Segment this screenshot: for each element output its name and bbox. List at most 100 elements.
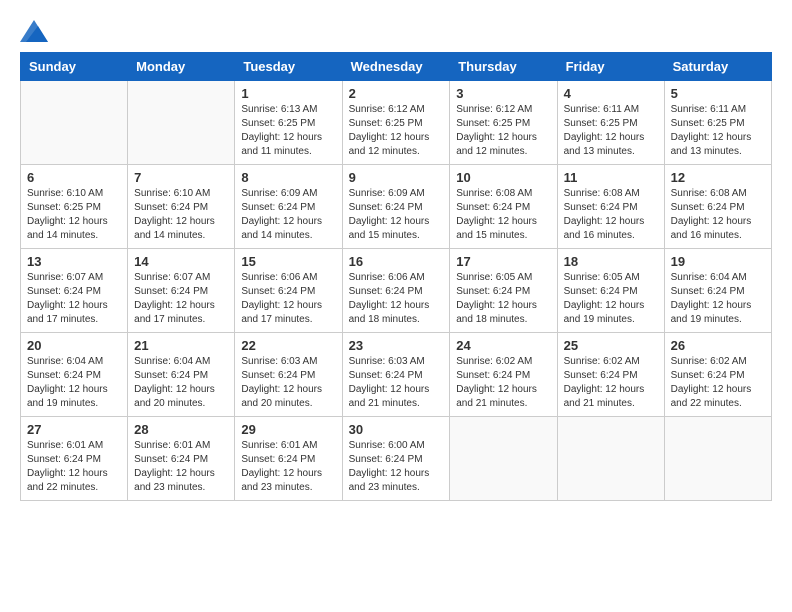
calendar-cell: 12 Sunrise: 6:08 AM Sunset: 6:24 PM Dayli… <box>664 165 771 249</box>
day-info: Sunrise: 6:07 AM Sunset: 6:24 PM Dayligh… <box>134 271 228 327</box>
calendar-cell: 7 Sunrise: 6:10 AM Sunset: 6:24 PM Daylig… <box>128 165 235 249</box>
day-info: Sunrise: 6:06 AM Sunset: 6:24 PM Dayligh… <box>349 271 444 327</box>
day-info: Sunrise: 6:11 AM Sunset: 6:25 PM Dayligh… <box>564 103 658 159</box>
header-monday: Monday <box>128 53 235 81</box>
day-info: Sunrise: 6:12 AM Sunset: 6:25 PM Dayligh… <box>456 103 550 159</box>
day-info: Sunrise: 6:05 AM Sunset: 6:24 PM Dayligh… <box>456 271 550 327</box>
header-sunday: Sunday <box>21 53 128 81</box>
day-info: Sunrise: 6:09 AM Sunset: 6:24 PM Dayligh… <box>241 187 335 243</box>
week-row-2: 6 Sunrise: 6:10 AM Sunset: 6:25 PM Daylig… <box>21 165 772 249</box>
week-row-1: 1Sunrise: 6:13 AM Sunset: 6:25 PM Daylig… <box>21 81 772 165</box>
day-number: 6 <box>27 170 121 185</box>
day-number: 25 <box>564 338 658 353</box>
logo <box>20 20 52 42</box>
calendar-cell: 24 Sunrise: 6:02 AM Sunset: 6:24 PM Dayli… <box>450 333 557 417</box>
day-info: Sunrise: 6:02 AM Sunset: 6:24 PM Dayligh… <box>456 355 550 411</box>
day-number: 7 <box>134 170 228 185</box>
day-info: Sunrise: 6:00 AM Sunset: 6:24 PM Dayligh… <box>349 439 444 495</box>
day-number: 17 <box>456 254 550 269</box>
day-number: 5 <box>671 86 765 101</box>
day-number: 23 <box>349 338 444 353</box>
calendar-cell <box>21 81 128 165</box>
day-number: 11 <box>564 170 658 185</box>
day-info: Sunrise: 6:01 AM Sunset: 6:24 PM Dayligh… <box>27 439 121 495</box>
calendar-table: SundayMondayTuesdayWednesdayThursdayFrid… <box>20 52 772 501</box>
day-info: Sunrise: 6:03 AM Sunset: 6:24 PM Dayligh… <box>241 355 335 411</box>
header-saturday: Saturday <box>664 53 771 81</box>
day-info: Sunrise: 6:03 AM Sunset: 6:24 PM Dayligh… <box>349 355 444 411</box>
calendar-cell: 13 Sunrise: 6:07 AM Sunset: 6:24 PM Dayli… <box>21 249 128 333</box>
day-info: Sunrise: 6:02 AM Sunset: 6:24 PM Dayligh… <box>564 355 658 411</box>
calendar-cell: 5 Sunrise: 6:11 AM Sunset: 6:25 PM Daylig… <box>664 81 771 165</box>
calendar-cell <box>664 417 771 501</box>
header-thursday: Thursday <box>450 53 557 81</box>
day-number: 8 <box>241 170 335 185</box>
day-number: 21 <box>134 338 228 353</box>
day-info: Sunrise: 6:01 AM Sunset: 6:24 PM Dayligh… <box>241 439 335 495</box>
day-number: 12 <box>671 170 765 185</box>
calendar-cell: 18Sunrise: 6:05 AM Sunset: 6:24 PM Dayli… <box>557 249 664 333</box>
calendar-cell: 21 Sunrise: 6:04 AM Sunset: 6:24 PM Dayli… <box>128 333 235 417</box>
calendar-cell <box>450 417 557 501</box>
day-number: 9 <box>349 170 444 185</box>
day-info: Sunrise: 6:04 AM Sunset: 6:24 PM Dayligh… <box>671 271 765 327</box>
day-info: Sunrise: 6:04 AM Sunset: 6:24 PM Dayligh… <box>27 355 121 411</box>
page-header <box>20 20 772 42</box>
day-number: 4 <box>564 86 658 101</box>
calendar-cell: 17 Sunrise: 6:05 AM Sunset: 6:24 PM Dayli… <box>450 249 557 333</box>
calendar-cell: 9 Sunrise: 6:09 AM Sunset: 6:24 PM Daylig… <box>342 165 450 249</box>
weekday-header-row: SundayMondayTuesdayWednesdayThursdayFrid… <box>21 53 772 81</box>
day-info: Sunrise: 6:08 AM Sunset: 6:24 PM Dayligh… <box>564 187 658 243</box>
calendar-cell: 6 Sunrise: 6:10 AM Sunset: 6:25 PM Daylig… <box>21 165 128 249</box>
day-info: Sunrise: 6:11 AM Sunset: 6:25 PM Dayligh… <box>671 103 765 159</box>
day-info: Sunrise: 6:05 AM Sunset: 6:24 PM Dayligh… <box>564 271 658 327</box>
calendar-cell: 30Sunrise: 6:00 AM Sunset: 6:24 PM Dayli… <box>342 417 450 501</box>
calendar-cell <box>128 81 235 165</box>
day-info: Sunrise: 6:04 AM Sunset: 6:24 PM Dayligh… <box>134 355 228 411</box>
day-number: 2 <box>349 86 444 101</box>
day-info: Sunrise: 6:10 AM Sunset: 6:25 PM Dayligh… <box>27 187 121 243</box>
calendar-cell: 2Sunrise: 6:12 AM Sunset: 6:25 PM Daylig… <box>342 81 450 165</box>
day-number: 14 <box>134 254 228 269</box>
day-number: 27 <box>27 422 121 437</box>
calendar-cell: 1Sunrise: 6:13 AM Sunset: 6:25 PM Daylig… <box>235 81 342 165</box>
calendar-cell: 27 Sunrise: 6:01 AM Sunset: 6:24 PM Dayli… <box>21 417 128 501</box>
day-number: 15 <box>241 254 335 269</box>
calendar-cell: 28Sunrise: 6:01 AM Sunset: 6:24 PM Dayli… <box>128 417 235 501</box>
day-info: Sunrise: 6:07 AM Sunset: 6:24 PM Dayligh… <box>27 271 121 327</box>
day-number: 16 <box>349 254 444 269</box>
calendar-cell: 10Sunrise: 6:08 AM Sunset: 6:24 PM Dayli… <box>450 165 557 249</box>
logo-icon <box>20 20 48 42</box>
calendar-cell: 22 Sunrise: 6:03 AM Sunset: 6:24 PM Dayli… <box>235 333 342 417</box>
week-row-4: 20 Sunrise: 6:04 AM Sunset: 6:24 PM Dayli… <box>21 333 772 417</box>
calendar-cell: 3 Sunrise: 6:12 AM Sunset: 6:25 PM Daylig… <box>450 81 557 165</box>
calendar-cell: 8 Sunrise: 6:09 AM Sunset: 6:24 PM Daylig… <box>235 165 342 249</box>
day-info: Sunrise: 6:09 AM Sunset: 6:24 PM Dayligh… <box>349 187 444 243</box>
week-row-5: 27 Sunrise: 6:01 AM Sunset: 6:24 PM Dayli… <box>21 417 772 501</box>
day-number: 29 <box>241 422 335 437</box>
day-number: 13 <box>27 254 121 269</box>
header-friday: Friday <box>557 53 664 81</box>
header-tuesday: Tuesday <box>235 53 342 81</box>
calendar-cell <box>557 417 664 501</box>
calendar-cell: 15Sunrise: 6:06 AM Sunset: 6:24 PM Dayli… <box>235 249 342 333</box>
calendar-cell: 11 Sunrise: 6:08 AM Sunset: 6:24 PM Dayli… <box>557 165 664 249</box>
day-number: 28 <box>134 422 228 437</box>
day-info: Sunrise: 6:02 AM Sunset: 6:24 PM Dayligh… <box>671 355 765 411</box>
day-number: 3 <box>456 86 550 101</box>
calendar-cell: 23 Sunrise: 6:03 AM Sunset: 6:24 PM Dayli… <box>342 333 450 417</box>
day-number: 26 <box>671 338 765 353</box>
day-number: 22 <box>241 338 335 353</box>
calendar-cell: 26 Sunrise: 6:02 AM Sunset: 6:24 PM Dayli… <box>664 333 771 417</box>
day-info: Sunrise: 6:08 AM Sunset: 6:24 PM Dayligh… <box>456 187 550 243</box>
calendar-cell: 29 Sunrise: 6:01 AM Sunset: 6:24 PM Dayli… <box>235 417 342 501</box>
day-number: 1 <box>241 86 335 101</box>
week-row-3: 13 Sunrise: 6:07 AM Sunset: 6:24 PM Dayli… <box>21 249 772 333</box>
day-info: Sunrise: 6:08 AM Sunset: 6:24 PM Dayligh… <box>671 187 765 243</box>
day-number: 20 <box>27 338 121 353</box>
day-number: 24 <box>456 338 550 353</box>
calendar-cell: 20 Sunrise: 6:04 AM Sunset: 6:24 PM Dayli… <box>21 333 128 417</box>
day-info: Sunrise: 6:10 AM Sunset: 6:24 PM Dayligh… <box>134 187 228 243</box>
day-number: 19 <box>671 254 765 269</box>
calendar-cell: 19 Sunrise: 6:04 AM Sunset: 6:24 PM Dayli… <box>664 249 771 333</box>
